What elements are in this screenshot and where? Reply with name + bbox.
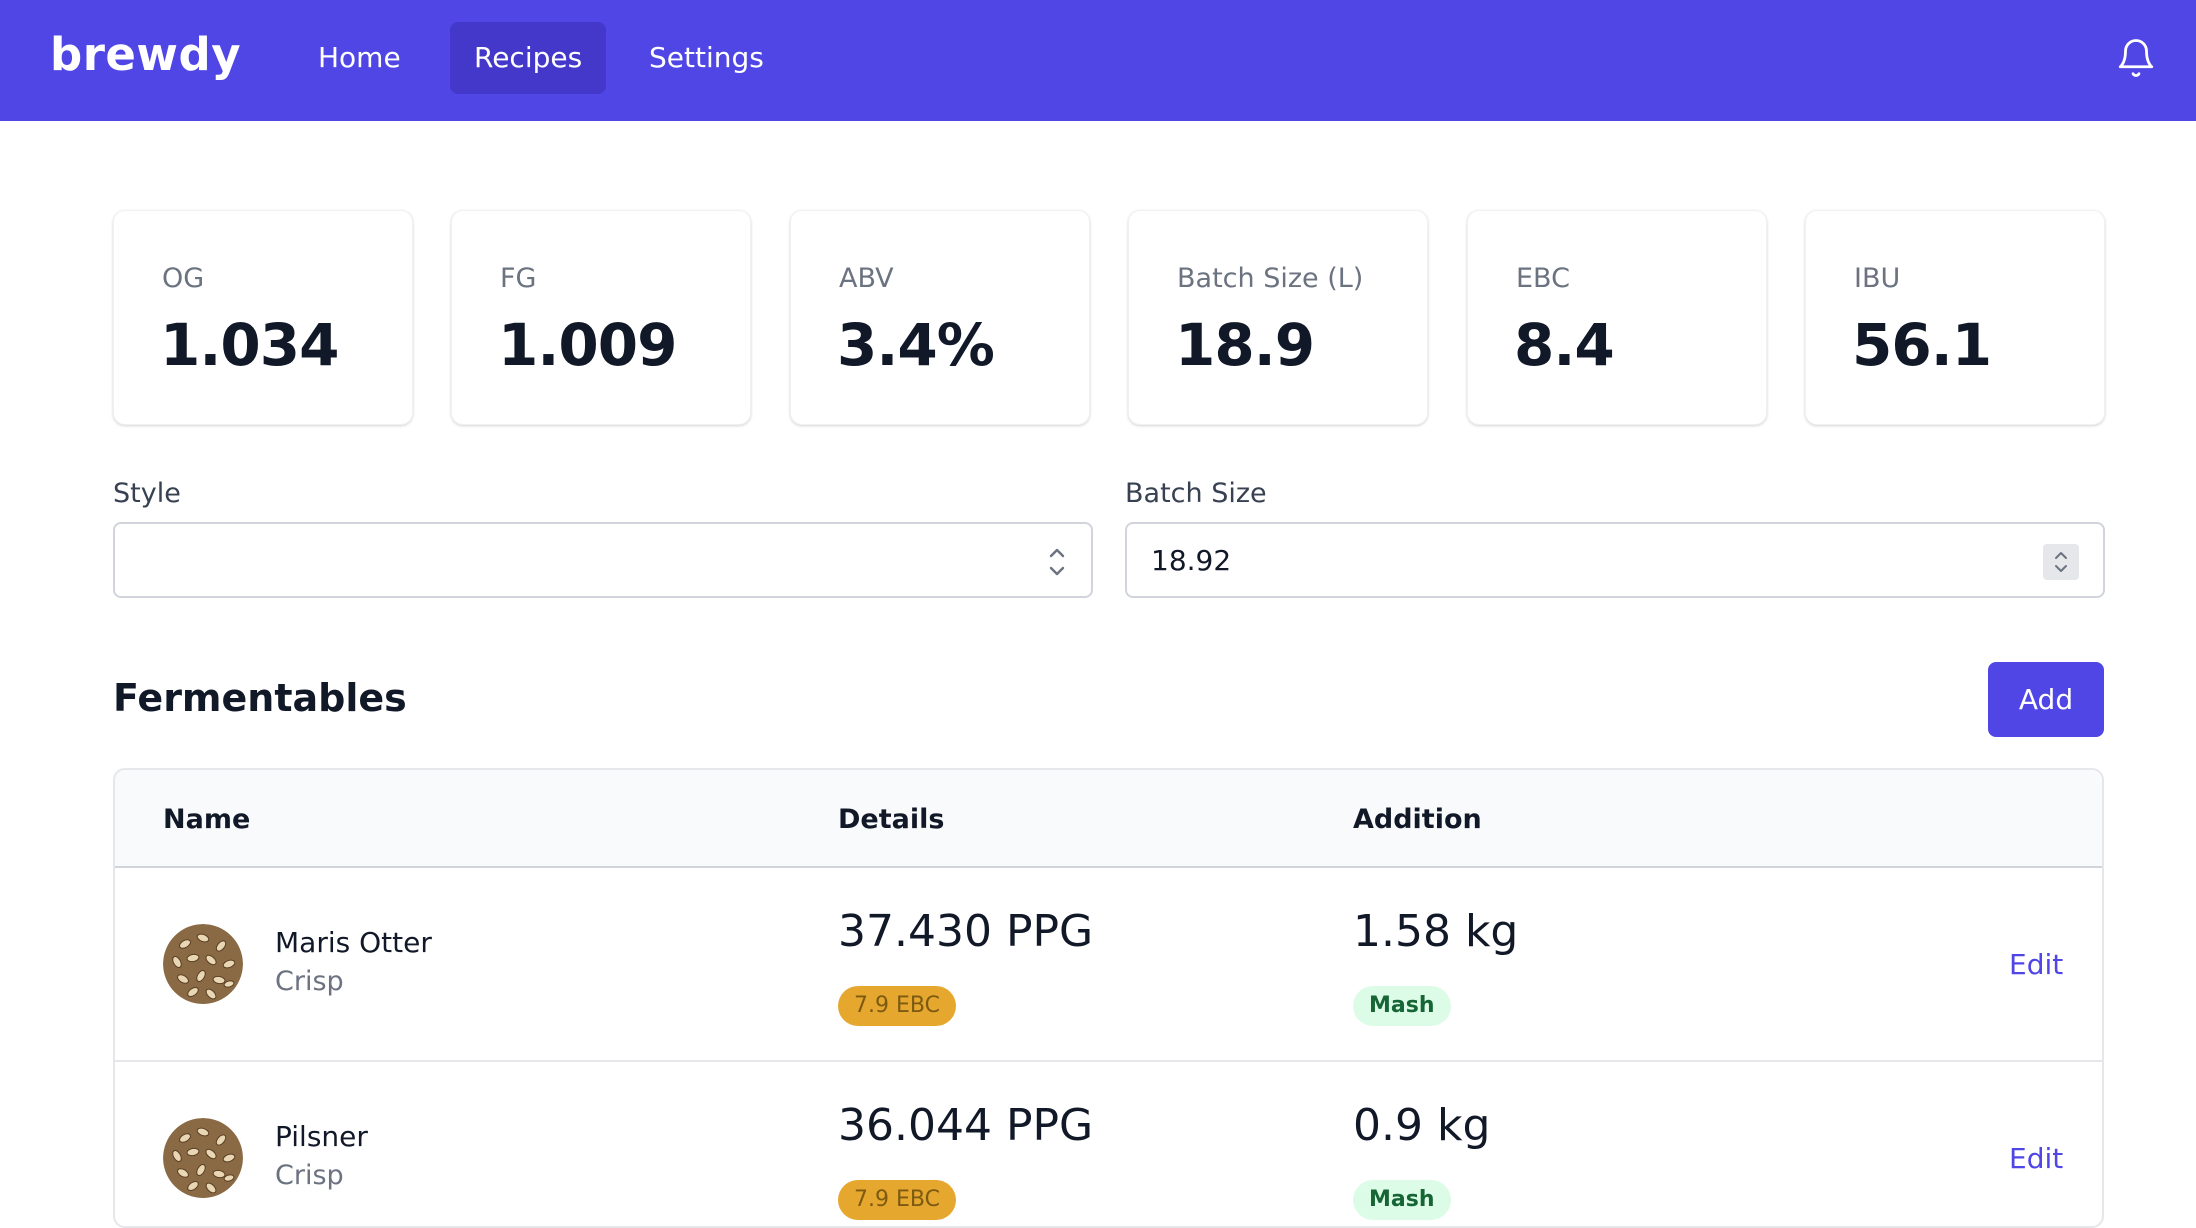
stat-label: ABV (839, 263, 894, 294)
fermentable-supplier: Crisp (275, 966, 344, 997)
stat-value: 18.9 (1175, 311, 1315, 379)
table-row: Maris Otter Crisp 37.430 PPG 7.9 EBC 1.5… (115, 868, 2102, 1062)
edit-link[interactable]: Edit (2009, 948, 2063, 981)
nav-item-recipes[interactable]: Recipes (450, 22, 607, 94)
fermentable-amount: 0.9 kg (1353, 1100, 1491, 1151)
ebc-badge: 7.9 EBC (838, 1180, 956, 1220)
nav-item-home[interactable]: Home (294, 22, 425, 94)
stage-badge: Mash (1353, 986, 1451, 1026)
stat-label: FG (500, 263, 537, 294)
stat-card-ebc: EBC 8.4 (1467, 210, 1767, 425)
top-navigation-bar: brewdy Home Recipes Settings (0, 0, 2196, 121)
grain-image (163, 924, 243, 1004)
fermentable-supplier: Crisp (275, 1160, 344, 1191)
fermentables-title: Fermentables (113, 676, 407, 720)
column-header-addition[interactable]: Addition (1353, 804, 1482, 835)
stat-card-ibu: IBU 56.1 (1805, 210, 2105, 425)
stat-card-fg: FG 1.009 (451, 210, 751, 425)
table-row: Pilsner Crisp 36.044 PPG 7.9 EBC 0.9 kg … (115, 1062, 2102, 1226)
batch-size-label: Batch Size (1125, 478, 1267, 509)
stat-value: 3.4% (837, 311, 995, 379)
stat-card-og: OG 1.034 (113, 210, 413, 425)
fermentable-ppg: 37.430 PPG (838, 906, 1094, 957)
stat-value: 1.034 (160, 311, 339, 379)
stat-label: Batch Size (L) (1177, 263, 1364, 294)
fermentables-table: Name Details Addition Maris Otter Crisp … (113, 768, 2104, 1228)
stat-value: 8.4 (1514, 311, 1615, 379)
bell-icon[interactable] (2115, 36, 2157, 80)
edit-link[interactable]: Edit (2009, 1142, 2063, 1175)
fermentable-amount: 1.58 kg (1353, 906, 1519, 957)
nav-item-settings[interactable]: Settings (625, 22, 788, 94)
stat-label: OG (162, 263, 205, 294)
stat-card-abv: ABV 3.4% (790, 210, 1090, 425)
fermentable-ppg: 36.044 PPG (838, 1100, 1094, 1151)
fermentable-name: Maris Otter (275, 926, 432, 959)
style-label: Style (113, 478, 181, 509)
stage-badge: Mash (1353, 1180, 1451, 1220)
brand-logo[interactable]: brewdy (50, 28, 241, 81)
grain-image (163, 1118, 243, 1198)
batch-size-value: 18.92 (1151, 544, 1232, 577)
number-spinner[interactable] (2043, 544, 2079, 580)
stat-value: 56.1 (1852, 311, 1992, 379)
column-header-name[interactable]: Name (163, 804, 250, 835)
batch-size-input[interactable]: 18.92 (1125, 522, 2105, 598)
column-header-details[interactable]: Details (838, 804, 944, 835)
stat-card-batch-size: Batch Size (L) 18.9 (1128, 210, 1428, 425)
ebc-badge: 7.9 EBC (838, 986, 956, 1026)
stat-label: IBU (1854, 263, 1901, 294)
stat-label: EBC (1516, 263, 1570, 294)
fermentable-name: Pilsner (275, 1120, 368, 1153)
stat-value: 1.009 (498, 311, 677, 379)
style-select[interactable] (113, 522, 1093, 598)
chevron-up-down-icon (1045, 542, 1069, 582)
table-header: Name Details Addition (115, 770, 2102, 868)
add-fermentable-button[interactable]: Add (1988, 662, 2104, 737)
